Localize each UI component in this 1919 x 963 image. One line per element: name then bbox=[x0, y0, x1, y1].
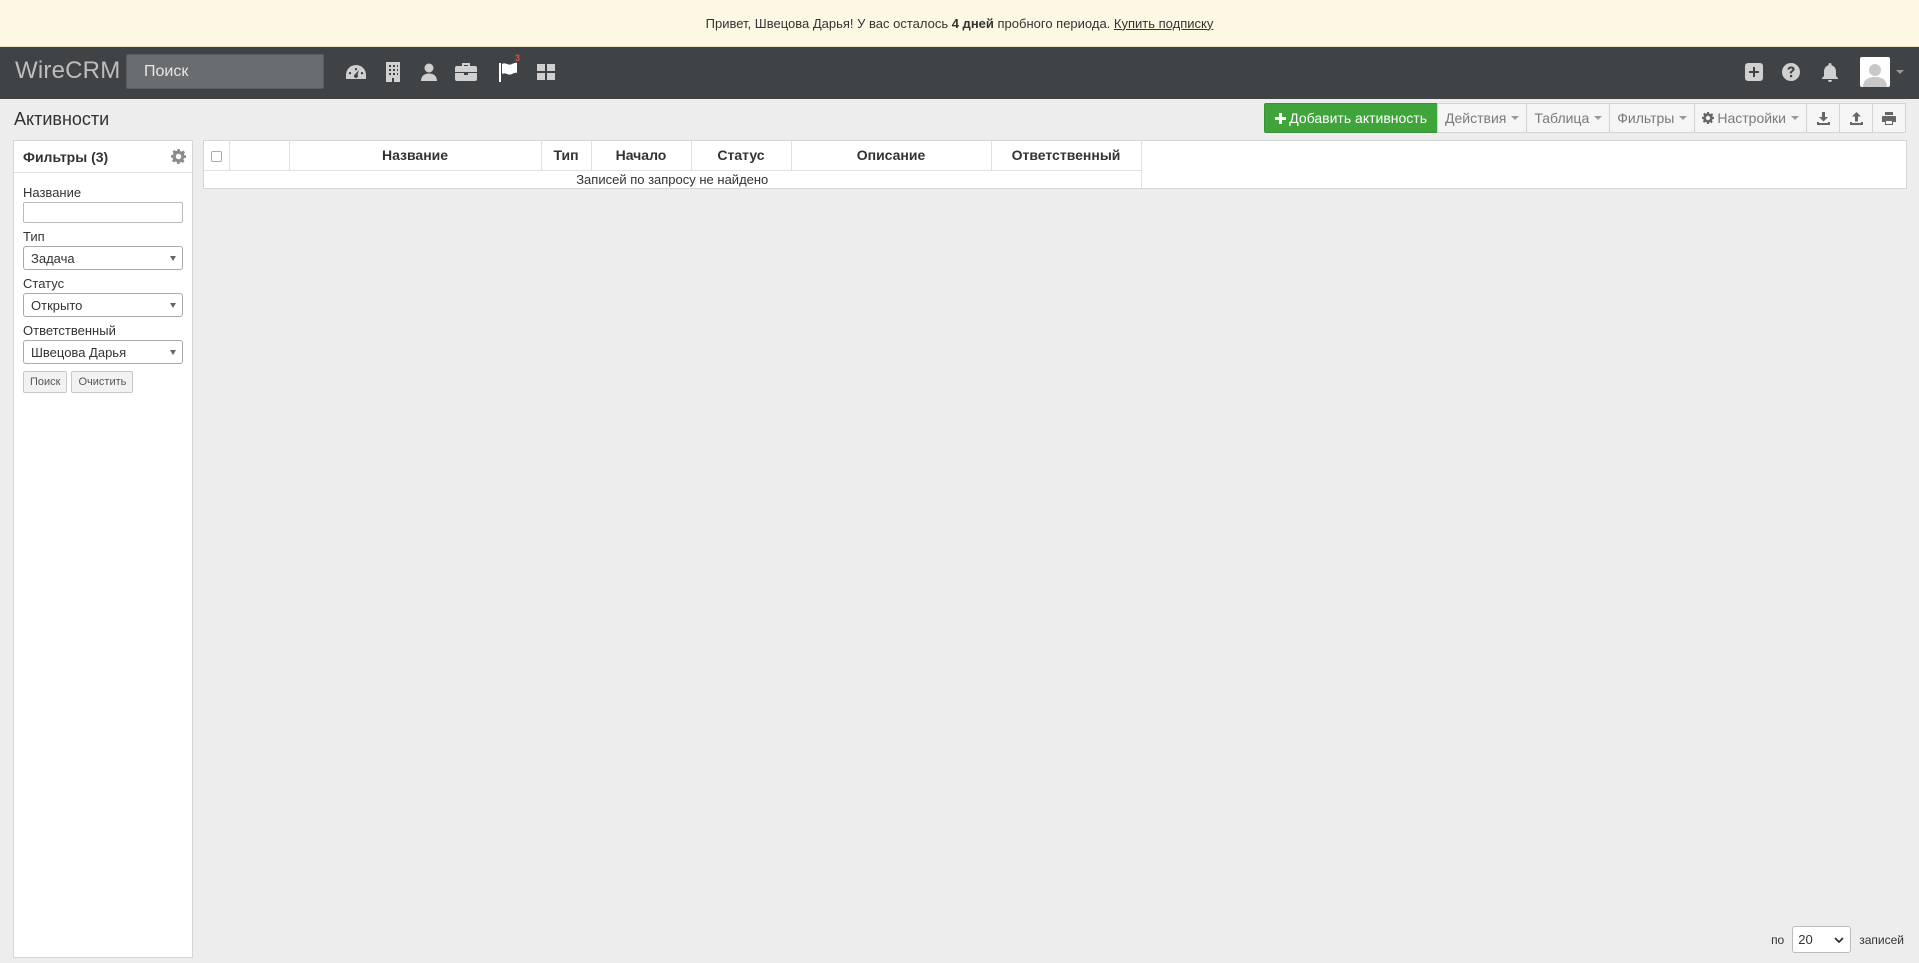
gear-icon[interactable] bbox=[171, 149, 186, 164]
building-icon[interactable] bbox=[380, 59, 406, 85]
bell-icon[interactable] bbox=[1817, 59, 1843, 85]
page-size-select[interactable]: 20 bbox=[1792, 926, 1852, 953]
banner-days: 4 дней bbox=[951, 15, 994, 31]
plus-icon bbox=[1275, 112, 1287, 124]
upload-icon bbox=[1849, 111, 1863, 125]
avatar[interactable] bbox=[1860, 57, 1890, 87]
table-empty-row: Записей по запросу не найдено bbox=[204, 170, 1142, 188]
owner-filter-select[interactable]: Швецова Дарья bbox=[23, 340, 183, 364]
chevron-down-icon bbox=[170, 350, 176, 355]
column-header-description[interactable]: Описание bbox=[790, 141, 992, 171]
toolbar: Добавить активность Действия Таблица Фил… bbox=[1264, 103, 1906, 133]
filter-panel-title: Фильтры (3) bbox=[23, 148, 109, 165]
activities-table-container: Название Тип Начало Статус Описание Отве… bbox=[203, 140, 1907, 189]
status-filter-label: Статус bbox=[23, 276, 65, 291]
table-dropdown[interactable]: Таблица bbox=[1526, 103, 1611, 133]
column-header-type[interactable]: Тип bbox=[540, 141, 592, 171]
buy-subscription-link[interactable]: Купить подписку bbox=[1114, 16, 1213, 31]
page-size-control: по 20 записей bbox=[1771, 926, 1904, 953]
grid-icon[interactable] bbox=[533, 59, 559, 85]
type-filter-select[interactable]: Задача bbox=[23, 246, 183, 270]
briefcase-icon[interactable] bbox=[453, 59, 479, 85]
page-size-prefix: по bbox=[1771, 932, 1785, 947]
caret-down-icon bbox=[1679, 116, 1688, 120]
flag-icon[interactable]: 3 bbox=[494, 53, 520, 85]
download-icon bbox=[1816, 111, 1830, 125]
name-filter-input[interactable] bbox=[23, 202, 183, 223]
settings-dropdown[interactable]: Настройки bbox=[1694, 103, 1807, 133]
page-size-value: 20 bbox=[1798, 932, 1813, 947]
caret-down-icon bbox=[1511, 116, 1520, 120]
filter-panel-header: Фильтры (3) bbox=[14, 141, 192, 173]
page-size-suffix: записей bbox=[1859, 932, 1904, 947]
status-filter-value: Открыто bbox=[31, 297, 83, 313]
table-label: Таблица bbox=[1534, 110, 1590, 126]
filters-label: Фильтры bbox=[1617, 110, 1675, 126]
settings-label: Настройки bbox=[1717, 110, 1786, 126]
owner-filter-label: Ответственный bbox=[23, 323, 116, 338]
owner-filter-value: Швецова Дарья bbox=[31, 344, 127, 360]
plus-square-icon[interactable] bbox=[1741, 59, 1767, 85]
chevron-down-icon bbox=[170, 256, 176, 261]
dashboard-icon[interactable] bbox=[343, 59, 369, 85]
column-header-name[interactable]: Название bbox=[288, 141, 542, 171]
filters-dropdown[interactable]: Фильтры bbox=[1609, 103, 1696, 133]
print-button[interactable] bbox=[1872, 103, 1906, 133]
table-header-row: Название Тип Начало Статус Описание Отве… bbox=[204, 141, 1142, 171]
name-filter-label: Название bbox=[23, 185, 82, 200]
download-button[interactable] bbox=[1806, 103, 1840, 133]
banner-greeting: Привет, Швецова Дарья! У вас осталось bbox=[705, 15, 952, 31]
global-search-input[interactable]: Поиск bbox=[126, 54, 324, 89]
select-all-checkbox[interactable] bbox=[210, 151, 222, 163]
trial-banner: Привет, Швецова Дарья! У вас осталось 4 … bbox=[0, 0, 1919, 47]
add-activity-label: Добавить активность bbox=[1289, 110, 1427, 126]
user-icon[interactable] bbox=[416, 59, 442, 85]
banner-after: пробного периода. bbox=[993, 15, 1114, 31]
chevron-down-icon bbox=[1834, 937, 1844, 944]
chevron-down-icon bbox=[170, 303, 176, 308]
status-filter-select[interactable]: Открыто bbox=[23, 293, 183, 317]
top-navbar: WireCRM Поиск 3 bbox=[0, 47, 1919, 99]
filter-search-button[interactable]: Поиск bbox=[23, 371, 68, 393]
column-header-status[interactable]: Статус bbox=[690, 141, 792, 171]
add-activity-button[interactable]: Добавить активность bbox=[1264, 103, 1438, 133]
page-title: Активности bbox=[14, 109, 110, 129]
gear-icon bbox=[1702, 112, 1715, 124]
column-header-owner[interactable]: Ответственный bbox=[990, 141, 1142, 171]
filter-panel: Фильтры (3) Название Тип Задача Статус О… bbox=[13, 140, 193, 958]
actions-dropdown[interactable]: Действия bbox=[1437, 103, 1528, 133]
print-icon bbox=[1882, 111, 1896, 125]
type-filter-label: Тип bbox=[23, 229, 45, 244]
empty-message: Записей по запросу не найдено bbox=[204, 170, 1142, 188]
avatar-caret-icon[interactable] bbox=[1896, 70, 1904, 74]
column-header-actions bbox=[228, 141, 290, 171]
upload-button[interactable] bbox=[1839, 103, 1873, 133]
caret-down-icon bbox=[1791, 116, 1799, 120]
flag-badge: 3 bbox=[514, 53, 520, 63]
activities-table: Название Тип Начало Статус Описание Отве… bbox=[204, 141, 1142, 188]
caret-down-icon bbox=[1594, 116, 1603, 120]
help-icon[interactable] bbox=[1778, 59, 1804, 85]
select-all-cell bbox=[204, 141, 230, 171]
filter-clear-button[interactable]: Очистить bbox=[71, 371, 134, 393]
type-filter-value: Задача bbox=[31, 250, 75, 266]
column-header-start[interactable]: Начало bbox=[590, 141, 692, 171]
actions-label: Действия bbox=[1445, 110, 1507, 126]
brand-logo[interactable]: WireCRM bbox=[15, 57, 120, 85]
